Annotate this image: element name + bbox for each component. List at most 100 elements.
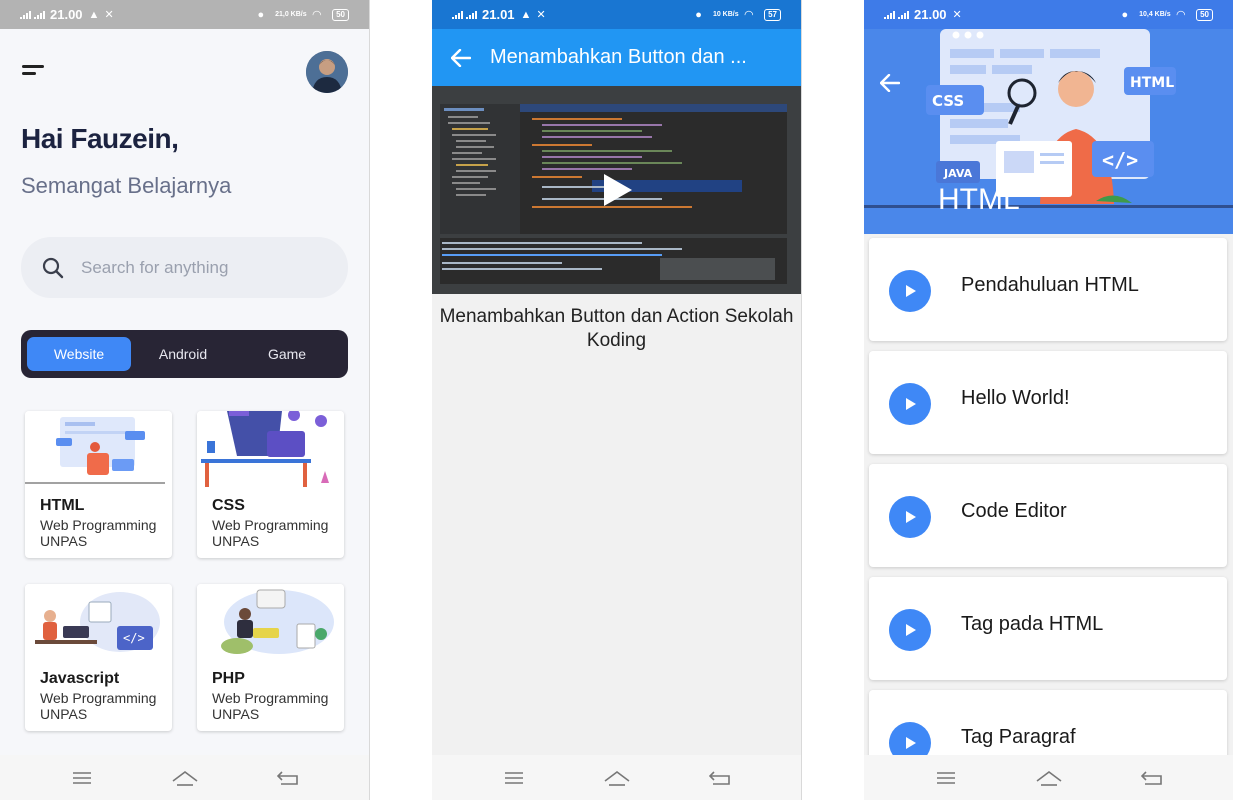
php-illustration	[197, 584, 344, 660]
course-title: PHP	[212, 670, 245, 687]
alert-icon: ▲	[88, 8, 100, 21]
svg-text:</>: </>	[123, 631, 145, 645]
play-icon	[906, 398, 916, 410]
play-icon	[906, 511, 916, 523]
back-button[interactable]	[268, 763, 308, 793]
recent-apps-button[interactable]	[494, 763, 534, 793]
menu-lines-icon	[72, 771, 91, 784]
lesson-item[interactable]: Tag pada HTML	[869, 577, 1227, 680]
search-bar[interactable]	[21, 237, 348, 298]
play-icon	[906, 624, 916, 636]
greeting-title: Hai Fauzein,	[21, 123, 179, 154]
screen-home: 21.00 ▲ ✕ ● 21,0 KB/s ◠ 50 Hai Fauzein, …	[0, 0, 369, 800]
avatar[interactable]	[306, 51, 348, 93]
app-bar-title: Menambahkan Button dan ...	[490, 46, 747, 68]
missed-call-icon: ✕	[104, 9, 114, 21]
menu-lines-icon	[936, 771, 955, 784]
lesson-title: Tag pada HTML	[961, 613, 1104, 635]
css-badge: CSS	[932, 92, 964, 110]
back-arrow-button[interactable]	[432, 29, 490, 86]
back-button[interactable]	[700, 763, 740, 793]
home-button[interactable]	[1029, 763, 1069, 793]
signal-icon-2	[34, 10, 45, 19]
play-icon	[906, 737, 916, 749]
course-title: Javascript	[40, 670, 120, 687]
battery-level: 50	[1196, 8, 1213, 21]
wifi-icon: ◠	[312, 9, 322, 21]
course-title: CSS	[212, 497, 245, 514]
system-nav-bar	[0, 755, 369, 800]
play-button[interactable]	[889, 383, 931, 425]
back-icon	[708, 770, 730, 785]
greeting-subtitle: Semangat Belajarnya	[21, 173, 232, 198]
app-bar: Menambahkan Button dan ...	[432, 29, 801, 86]
ide-screenshot	[432, 86, 801, 294]
search-input[interactable]	[81, 257, 321, 278]
battery-level: 57	[764, 8, 781, 21]
play-icon	[906, 285, 916, 297]
wifi-icon: ◠	[1176, 9, 1186, 21]
missed-call-icon: ✕	[536, 9, 546, 21]
html-hero-illustration: CSS HTML </> JAVA	[864, 29, 1233, 234]
course-card-javascript[interactable]: </> Javascript Web Programming UNPAS	[25, 584, 172, 731]
signal-icon	[20, 10, 31, 19]
course-title: HTML	[938, 183, 1020, 216]
category-tabs: Website Android Game	[21, 330, 348, 378]
system-nav-bar	[864, 755, 1233, 800]
location-icon: ●	[257, 8, 265, 21]
status-bar: 21.01 ▲ ✕ ● 10 KB/s ◠ 57	[432, 0, 801, 29]
menu-icon[interactable]	[22, 65, 44, 77]
course-subtitle: Web Programming UNPAS	[40, 517, 157, 549]
course-subtitle: Web Programming UNPAS	[40, 690, 157, 722]
lesson-title: Hello World!	[961, 387, 1070, 409]
back-button[interactable]	[1132, 763, 1172, 793]
css-illustration	[197, 411, 344, 487]
signal-icon-2	[466, 10, 477, 19]
lesson-title: Code Editor	[961, 500, 1067, 522]
status-time: 21.00	[914, 7, 947, 22]
divider	[801, 0, 802, 800]
lesson-item[interactable]: Pendahuluan HTML	[869, 238, 1227, 341]
recent-apps-button[interactable]	[62, 763, 102, 793]
play-button[interactable]	[889, 496, 931, 538]
tab-game[interactable]: Game	[235, 337, 339, 371]
alert-icon: ▲	[520, 8, 532, 21]
home-button[interactable]	[597, 763, 637, 793]
lesson-item[interactable]: Hello World!	[869, 351, 1227, 454]
signal-icon	[884, 10, 895, 19]
lesson-title: Pendahuluan HTML	[961, 274, 1139, 296]
menu-lines-icon	[504, 771, 523, 784]
back-arrow-icon	[451, 48, 471, 67]
course-card-php[interactable]: PHP Web Programming UNPAS	[197, 584, 344, 731]
recent-apps-button[interactable]	[926, 763, 966, 793]
status-bar: 21.00 ✕ ● 10,4 KB/s ◠ 50	[864, 0, 1233, 29]
location-icon: ●	[695, 8, 702, 21]
javascript-illustration: </>	[25, 584, 172, 660]
status-bar: 21.00 ▲ ✕ ● 21,0 KB/s ◠ 50	[0, 0, 369, 29]
home-icon	[1036, 770, 1061, 786]
video-player[interactable]	[432, 86, 801, 294]
course-card-css[interactable]: CSS Web Programming UNPAS	[197, 411, 344, 558]
tab-website[interactable]: Website	[27, 337, 131, 371]
back-arrow-icon	[879, 73, 901, 93]
back-arrow-button[interactable]	[879, 73, 901, 97]
wifi-icon: ◠	[744, 9, 754, 21]
lesson-item[interactable]: Code Editor	[869, 464, 1227, 567]
back-icon	[276, 770, 298, 785]
course-card-html[interactable]: HTML Web Programming UNPAS	[25, 411, 172, 558]
course-hero: CSS HTML </> JAVA HTML	[864, 29, 1233, 234]
java-badge: JAVA	[943, 167, 973, 180]
home-button[interactable]	[165, 763, 205, 793]
code-badge: </>	[1102, 148, 1138, 172]
play-button[interactable]	[889, 270, 931, 312]
network-speed: 10,4 KB/s	[1139, 11, 1171, 18]
tab-android[interactable]: Android	[131, 337, 235, 371]
back-icon	[1140, 770, 1162, 785]
network-speed: 21,0 KB/s	[275, 11, 307, 18]
play-button[interactable]	[889, 609, 931, 651]
network-speed: 10 KB/s	[712, 11, 739, 18]
missed-call-icon: ✕	[952, 9, 962, 21]
system-nav-bar	[432, 755, 801, 800]
signal-icon	[452, 10, 463, 19]
status-time: 21.00	[50, 7, 83, 22]
